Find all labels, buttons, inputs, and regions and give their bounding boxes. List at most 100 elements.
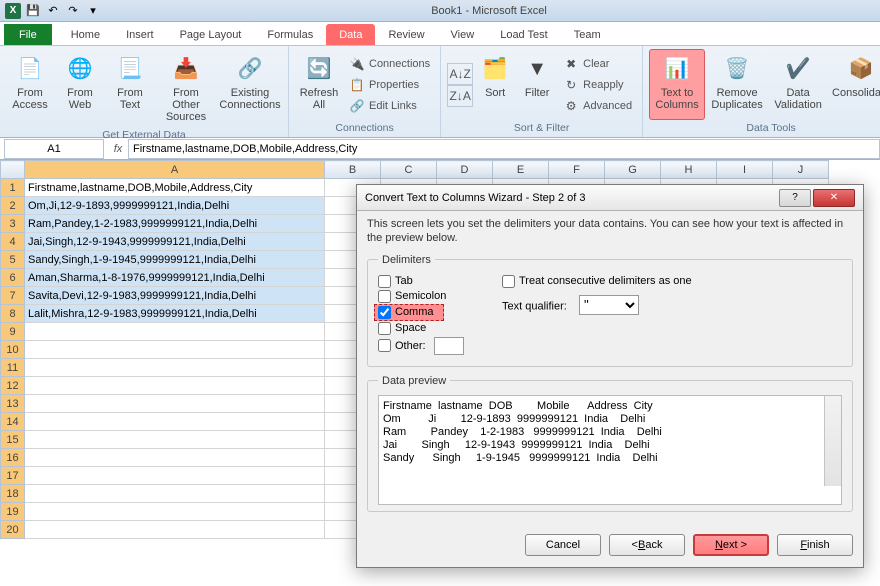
tab-file[interactable]: File <box>4 24 52 45</box>
row-header[interactable]: 3 <box>1 215 25 233</box>
row-header[interactable]: 2 <box>1 197 25 215</box>
row-header[interactable]: 16 <box>1 449 25 467</box>
row-header[interactable]: 20 <box>1 521 25 539</box>
row-header[interactable]: 1 <box>1 179 25 197</box>
tab-page-layout[interactable]: Page Layout <box>167 24 255 45</box>
row-header[interactable]: 11 <box>1 359 25 377</box>
from-text-button[interactable]: 📃From Text <box>106 49 154 127</box>
cell[interactable] <box>25 485 325 503</box>
row-header[interactable]: 10 <box>1 341 25 359</box>
row-header[interactable]: 17 <box>1 467 25 485</box>
treat-consecutive-checkbox[interactable]: Treat consecutive delimiters as one <box>502 274 692 289</box>
row-header[interactable]: 8 <box>1 305 25 323</box>
row-header[interactable]: 12 <box>1 377 25 395</box>
row-header[interactable]: 15 <box>1 431 25 449</box>
tab-insert[interactable]: Insert <box>113 24 167 45</box>
tab-review[interactable]: Review <box>375 24 437 45</box>
refresh-all-button[interactable]: 🔄Refresh All <box>295 49 343 120</box>
cell[interactable] <box>25 449 325 467</box>
reapply-button[interactable]: ↻Reapply <box>559 75 636 95</box>
cell[interactable]: Ram,Pandey,1-2-1983,9999999121,India,Del… <box>25 215 325 233</box>
cell[interactable]: Jai,Singh,12-9-1943,9999999121,India,Del… <box>25 233 325 251</box>
connections-button[interactable]: 🔌Connections <box>345 54 434 74</box>
formula-input[interactable]: Firstname,lastname,DOB,Mobile,Address,Ci… <box>128 139 880 159</box>
filter-button[interactable]: ▼Filter <box>517 49 557 120</box>
from-web-button[interactable]: 🌐From Web <box>56 49 104 127</box>
cell[interactable]: Firstname,lastname,DOB,Mobile,Address,Ci… <box>25 179 325 197</box>
sort-desc-button[interactable]: Z↓A <box>447 85 473 107</box>
dialog-close-button[interactable]: ✕ <box>813 189 855 207</box>
tab-view[interactable]: View <box>438 24 488 45</box>
cell[interactable]: Aman,Sharma,1-8-1976,9999999121,India,De… <box>25 269 325 287</box>
cell[interactable] <box>25 431 325 449</box>
undo-icon[interactable]: ↶ <box>44 2 62 20</box>
cell[interactable] <box>25 503 325 521</box>
name-box[interactable]: A1 <box>4 139 104 159</box>
cell[interactable] <box>25 359 325 377</box>
tab-load-test[interactable]: Load Test <box>487 24 561 45</box>
sort-button[interactable]: 🗂️Sort <box>475 49 515 120</box>
from-access-button[interactable]: 📄From Access <box>6 49 54 127</box>
from-other-sources-button[interactable]: 📥From Other Sources <box>156 49 216 127</box>
fx-icon[interactable]: fx <box>108 143 128 155</box>
excel-app-icon[interactable]: X <box>4 2 22 20</box>
row-header[interactable]: 4 <box>1 233 25 251</box>
text-file-icon: 📃 <box>114 53 146 85</box>
row-header[interactable]: 9 <box>1 323 25 341</box>
sort-asc-button[interactable]: A↓Z <box>447 63 473 85</box>
advanced-button[interactable]: ⚙Advanced <box>559 96 636 116</box>
tab-team[interactable]: Team <box>561 24 614 45</box>
existing-connections-button[interactable]: 🔗Existing Connections <box>218 49 282 127</box>
cell[interactable] <box>25 413 325 431</box>
row-header[interactable]: 18 <box>1 485 25 503</box>
other-delimiter-input[interactable] <box>434 337 464 355</box>
row-header[interactable]: 5 <box>1 251 25 269</box>
cell[interactable] <box>25 467 325 485</box>
cell[interactable]: Savita,Devi,12-9-1983,9999999121,India,D… <box>25 287 325 305</box>
cell[interactable] <box>25 395 325 413</box>
next-button[interactable]: Next > <box>693 534 769 556</box>
cancel-button[interactable]: Cancel <box>525 534 601 556</box>
finish-button[interactable]: Finish <box>777 534 853 556</box>
row-header[interactable]: 14 <box>1 413 25 431</box>
back-button[interactable]: < Back <box>609 534 685 556</box>
cell[interactable]: Lalit,Mishra,12-9-1983,9999999121,India,… <box>25 305 325 323</box>
other-checkbox[interactable]: Other: <box>378 336 488 356</box>
data-validation-button[interactable]: ✔️Data Validation <box>769 49 827 120</box>
properties-button[interactable]: 📋Properties <box>345 75 434 95</box>
dialog-help-button[interactable]: ? <box>779 189 811 207</box>
cell[interactable]: Om,Ji,12-9-1893,9999999121,India,Delhi <box>25 197 325 215</box>
other-sources-icon: 📥 <box>170 53 202 85</box>
comma-checkbox[interactable]: Comma <box>374 304 444 321</box>
dialog-titlebar[interactable]: Convert Text to Columns Wizard - Step 2 … <box>357 185 863 211</box>
semicolon-checkbox[interactable]: Semicolon <box>378 289 488 304</box>
text-qualifier-select[interactable]: " <box>579 295 639 315</box>
cell[interactable] <box>25 521 325 539</box>
cell[interactable] <box>25 323 325 341</box>
edit-links-button[interactable]: 🔗Edit Links <box>345 96 434 116</box>
text-to-columns-button[interactable]: 📊Text to Columns <box>649 49 705 120</box>
redo-icon[interactable]: ↷ <box>64 2 82 20</box>
row-header[interactable]: 19 <box>1 503 25 521</box>
space-checkbox[interactable]: Space <box>378 321 488 336</box>
qat-customize-icon[interactable]: ▾ <box>84 2 102 20</box>
tab-data[interactable]: Data <box>326 24 375 45</box>
web-icon: 🌐 <box>64 53 96 85</box>
remove-duplicates-button[interactable]: 🗑️Remove Duplicates <box>707 49 767 120</box>
data-preview[interactable]: Firstname lastname DOB Mobile Address Ci… <box>378 395 842 505</box>
tab-home[interactable]: Home <box>58 24 113 45</box>
tab-checkbox[interactable]: Tab <box>378 274 488 289</box>
row-header[interactable]: 13 <box>1 395 25 413</box>
cell[interactable] <box>25 377 325 395</box>
row-header[interactable]: 6 <box>1 269 25 287</box>
cell[interactable] <box>25 341 325 359</box>
clear-button[interactable]: ✖Clear <box>559 54 636 74</box>
group-label-data-tools: Data Tools <box>649 120 880 134</box>
sort-asc-icon: A↓Z <box>452 66 468 82</box>
save-icon[interactable]: 💾 <box>24 2 42 20</box>
preview-scrollbar[interactable] <box>824 396 841 486</box>
cell[interactable]: Sandy,Singh,1-9-1945,9999999121,India,De… <box>25 251 325 269</box>
consolidate-button[interactable]: 📦Consolidate <box>829 49 880 120</box>
tab-formulas[interactable]: Formulas <box>254 24 326 45</box>
row-header[interactable]: 7 <box>1 287 25 305</box>
